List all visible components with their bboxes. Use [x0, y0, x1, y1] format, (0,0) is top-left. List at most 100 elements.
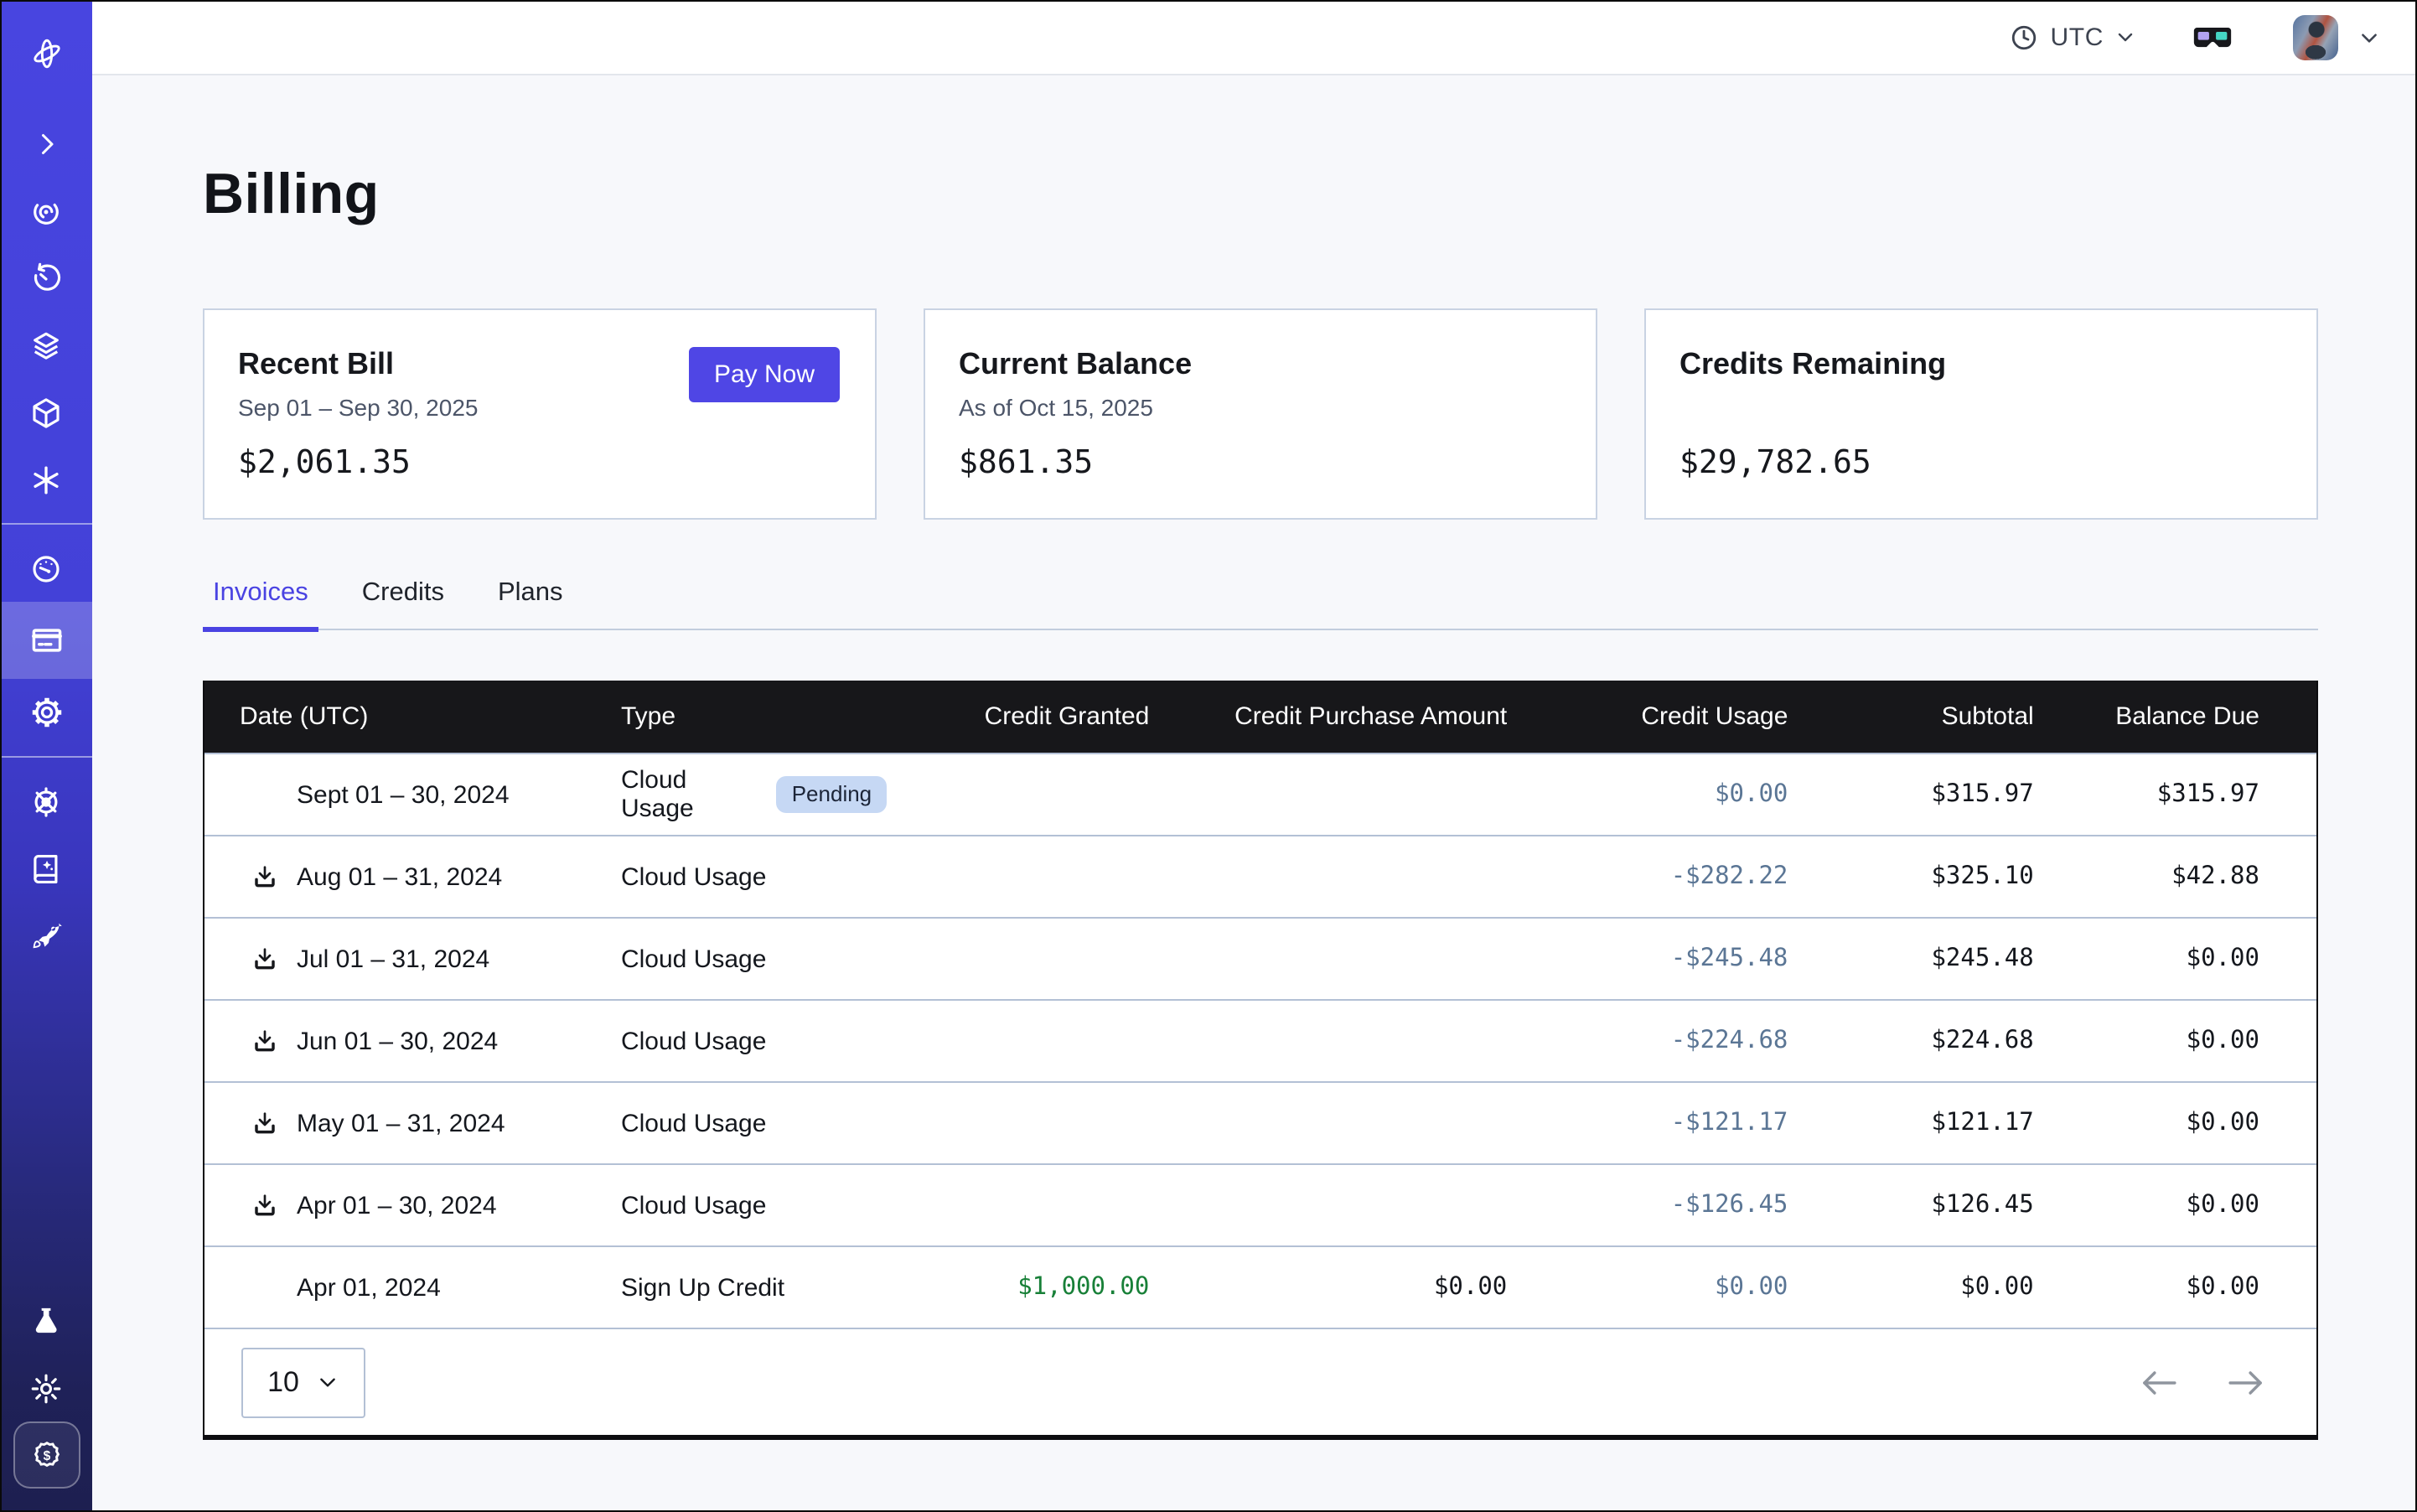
main-content: Billing Recent Bill Sep 01 – Sep 30, 202… — [92, 75, 2417, 1512]
balance-due-value: $0.00 — [2034, 945, 2316, 972]
sidebar-item-cube-icon[interactable] — [0, 379, 92, 446]
balance-due-value: $315.97 — [2034, 781, 2316, 808]
page-size-value: 10 — [267, 1365, 299, 1399]
credit-purchase-value: $0.00 — [1149, 1274, 1507, 1301]
subtotal-value: $245.48 — [1788, 945, 2033, 972]
invoice-type: Cloud Usage — [621, 1027, 766, 1055]
sidebar-item-radar-icon[interactable] — [0, 178, 92, 245]
current-balance-card: Current Balance As of Oct 15, 2025 $861.… — [924, 308, 1597, 520]
chevron-down-icon — [318, 1371, 339, 1393]
invoice-date: Sept 01 – 30, 2024 — [297, 780, 510, 809]
page-size-select[interactable]: 10 — [241, 1347, 365, 1417]
page-title: Billing — [203, 163, 2318, 228]
column-header-credit-granted: Credit Granted — [887, 702, 1149, 731]
billing-tabs: Invoices Credits Plans — [203, 578, 2318, 630]
card-title: Credits Remaining — [1679, 347, 2283, 382]
subtotal-value: $126.45 — [1788, 1192, 2033, 1219]
download-invoice-icon[interactable] — [251, 945, 278, 972]
timezone-label: UTC — [2051, 23, 2104, 51]
card-amount: $29,782.65 — [1679, 444, 1871, 481]
tab-invoices[interactable]: Invoices — [203, 578, 318, 629]
credit-granted-value: $1,000.00 — [887, 1274, 1149, 1301]
credit-usage-value: -$224.68 — [1507, 1028, 1788, 1054]
invoice-date: Apr 01, 2024 — [297, 1273, 441, 1302]
download-invoice-icon[interactable] — [251, 1028, 278, 1054]
table-pagination: 10 — [204, 1328, 2316, 1435]
download-invoice-icon[interactable] — [251, 1110, 278, 1137]
column-header-credit-purchase: Credit Purchase Amount — [1149, 702, 1507, 731]
invoice-type: Cloud Usage — [621, 766, 762, 823]
sidebar-item-labs-flask-icon[interactable] — [0, 1287, 92, 1354]
subtotal-value: $0.00 — [1788, 1274, 2033, 1301]
sidebar-item-history-icon[interactable] — [0, 245, 92, 312]
invoice-type: Cloud Usage — [621, 862, 766, 891]
balance-due-value: $0.00 — [2034, 1274, 2316, 1301]
goggles-button[interactable] — [2192, 23, 2233, 51]
account-menu-chevron[interactable] — [2358, 26, 2380, 48]
sidebar-item-usage-gauge-icon[interactable] — [0, 535, 92, 602]
summary-cards: Recent Bill Sep 01 – Sep 30, 2025 $2,061… — [203, 308, 2318, 520]
credits-remaining-card: Credits Remaining $29,782.65 — [1644, 308, 2318, 520]
sidebar-item-asterisk-icon[interactable] — [0, 446, 92, 513]
credit-usage-value: -$245.48 — [1507, 945, 1788, 972]
dollar-seal-icon: $ — [28, 1437, 65, 1473]
subtotal-value: $325.10 — [1788, 863, 2033, 890]
subtotal-value: $315.97 — [1788, 781, 2033, 808]
invoices-table: Date (UTC) Type Credit Granted Credit Pu… — [203, 681, 2318, 1440]
tab-plans[interactable]: Plans — [488, 578, 573, 629]
sidebar-item-layers-icon[interactable] — [0, 312, 92, 379]
sidebar-item-rocket-icon[interactable] — [0, 902, 92, 969]
sidebar-item-docs-book-icon[interactable] — [0, 835, 92, 902]
timezone-selector[interactable]: UTC — [2011, 23, 2135, 51]
clock-icon — [2011, 23, 2039, 51]
column-header-subtotal: Subtotal — [1788, 702, 2033, 731]
table-header-row: Date (UTC) Type Credit Granted Credit Pu… — [204, 681, 2316, 753]
tab-credits[interactable]: Credits — [352, 578, 454, 629]
recent-bill-card: Recent Bill Sep 01 – Sep 30, 2025 $2,061… — [203, 308, 877, 520]
sidebar-item-billing-card-icon[interactable] — [0, 602, 92, 679]
invoice-type: Cloud Usage — [621, 1109, 766, 1137]
invoice-date: Apr 01 – 30, 2024 — [297, 1191, 497, 1219]
previous-page-arrow-icon[interactable] — [2139, 1367, 2179, 1397]
download-invoice-icon[interactable] — [251, 1192, 278, 1219]
invoice-date: Aug 01 – 31, 2024 — [297, 862, 502, 891]
svg-text:$: $ — [43, 1449, 50, 1463]
sidebar-divider — [0, 523, 92, 525]
status-badge: Pending — [777, 776, 887, 814]
download-invoice-icon[interactable] — [251, 863, 278, 890]
invoice-date: Jun 01 – 30, 2024 — [297, 1027, 498, 1055]
sidebar-item-settings-gear-icon[interactable] — [0, 679, 92, 746]
table-row: Sept 01 – 30, 2024 Cloud Usage Pending $0… — [204, 753, 2316, 835]
sidebar-item-support-helm-icon[interactable] — [0, 768, 92, 835]
card-title: Current Balance — [959, 347, 1562, 382]
avatar[interactable] — [2293, 14, 2338, 60]
chevron-down-icon — [2358, 26, 2380, 48]
brand-logo-icon[interactable] — [0, 20, 92, 87]
subtotal-value: $121.17 — [1788, 1110, 2033, 1137]
pay-now-button[interactable]: Pay Now — [689, 347, 840, 402]
sidebar: $ — [0, 0, 92, 1512]
next-page-arrow-icon[interactable] — [2226, 1367, 2266, 1397]
credit-usage-value: -$282.22 — [1507, 863, 1788, 890]
credit-usage-value: $0.00 — [1507, 1274, 1788, 1301]
balance-due-value: $0.00 — [2034, 1192, 2316, 1219]
balance-due-value: $42.88 — [2034, 863, 2316, 890]
pricing-dollar-badge-button[interactable]: $ — [13, 1421, 80, 1489]
subtotal-value: $224.68 — [1788, 1028, 2033, 1054]
balance-due-value: $0.00 — [2034, 1028, 2316, 1054]
invoice-date: Jul 01 – 31, 2024 — [297, 945, 489, 973]
card-amount: $2,061.35 — [238, 444, 411, 481]
goggles-icon — [2192, 23, 2233, 51]
invoice-date: May 01 – 31, 2024 — [297, 1109, 505, 1137]
topbar: UTC — [92, 0, 2417, 75]
sidebar-item-theme-sun-icon[interactable] — [0, 1354, 92, 1421]
table-row: Apr 01 – 30, 2024 Cloud Usage -$126.45 $… — [204, 1163, 2316, 1245]
balance-due-value: $0.00 — [2034, 1110, 2316, 1137]
table-row: Aug 01 – 31, 2024 Cloud Usage -$282.22 $… — [204, 835, 2316, 917]
card-subtitle: As of Oct 15, 2025 — [959, 394, 1562, 421]
invoice-type: Sign Up Credit — [621, 1273, 784, 1302]
app-root: $ UTC Billing — [0, 0, 2417, 1512]
table-row: Apr 01, 2024 Sign Up Credit $1,000.00 $0… — [204, 1245, 2316, 1328]
collapse-chevron-right-icon[interactable] — [0, 111, 92, 178]
credit-usage-value: $0.00 — [1507, 781, 1788, 808]
